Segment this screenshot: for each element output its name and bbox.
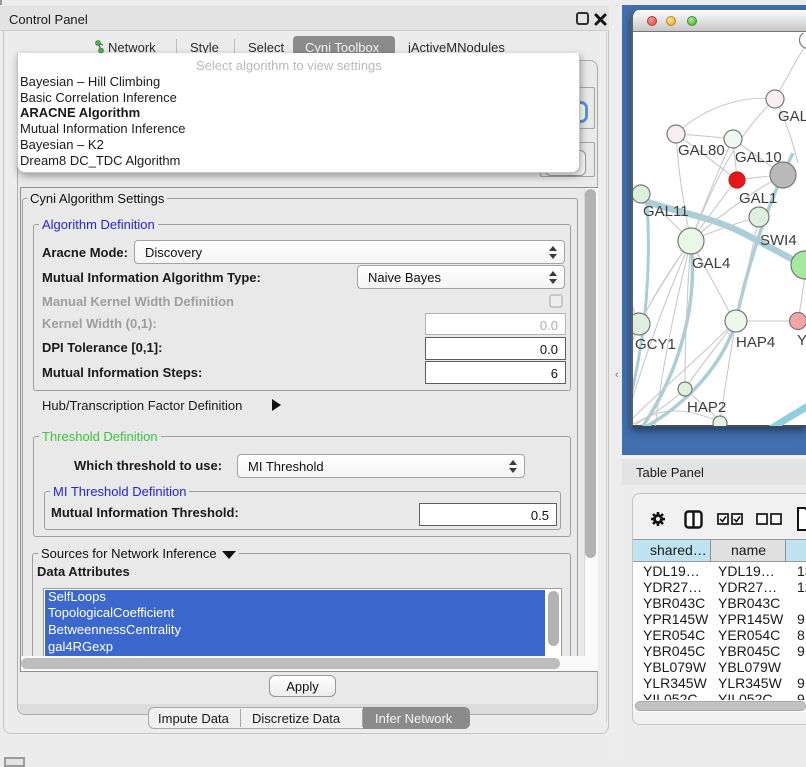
svg-text:GAL11: GAL11 [643, 203, 689, 220]
svg-text:GAL10: GAL10 [735, 149, 782, 166]
svg-text:HAP4: HAP4 [736, 334, 775, 351]
svg-text:GAL7: GAL7 [778, 108, 806, 125]
svg-text:GAL80: GAL80 [678, 142, 725, 159]
svg-text:GAL4: GAL4 [692, 255, 730, 272]
svg-text:HAP2: HAP2 [687, 399, 726, 416]
svg-text:Y: Y [797, 332, 806, 349]
svg-text:SWI4: SWI4 [760, 232, 797, 249]
svg-text:GCY1: GCY1 [635, 336, 676, 353]
svg-text:GAL1: GAL1 [739, 190, 777, 207]
